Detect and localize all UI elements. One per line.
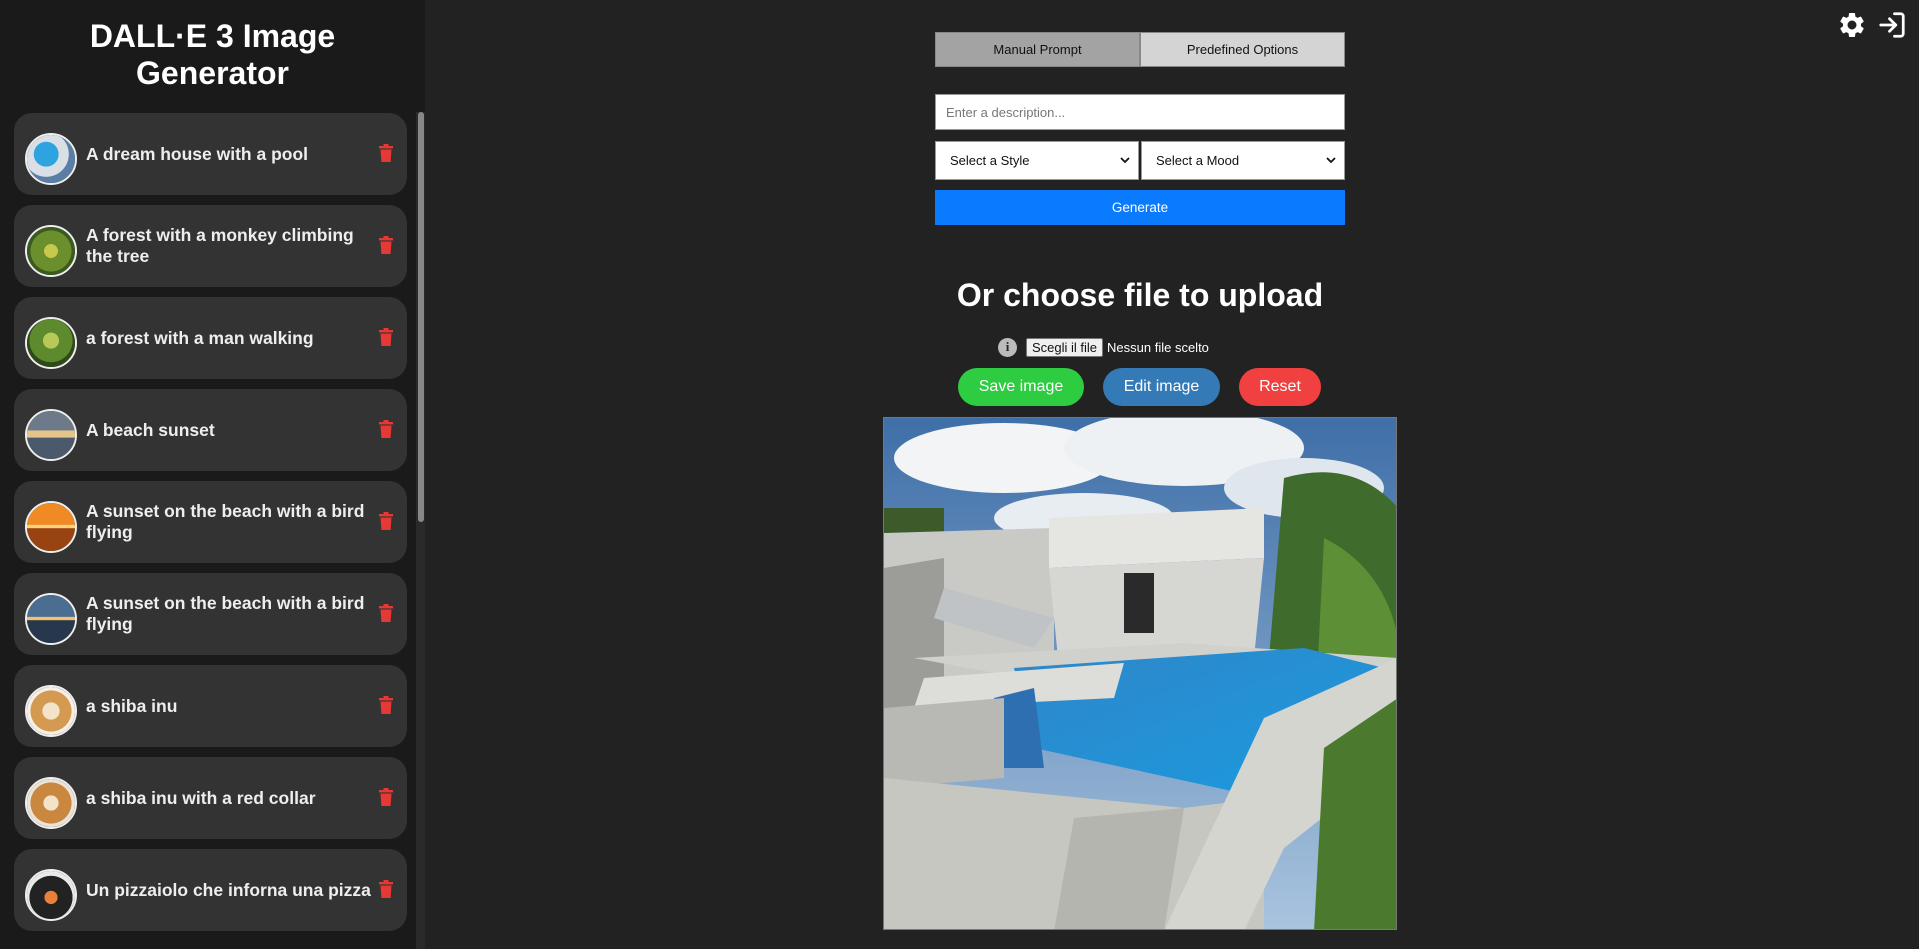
tab-manual-prompt[interactable]: Manual Prompt	[935, 32, 1140, 67]
reset-button[interactable]: Reset	[1239, 368, 1321, 406]
history-thumbnail	[25, 501, 77, 553]
style-mood-selects: Select a Style Select a Mood	[935, 141, 1345, 180]
history-item-label: A dream house with a pool	[86, 143, 309, 164]
choose-file-button[interactable]: Scegli il file	[1026, 337, 1104, 357]
gear-icon[interactable]	[1837, 10, 1867, 40]
trash-icon[interactable]	[379, 512, 393, 530]
history-item[interactable]: a forest with a man walking	[14, 297, 407, 379]
history-item-label: A sunset on the beach with a bird flying	[86, 501, 365, 542]
history-thumbnail	[25, 685, 77, 737]
upload-heading: Or choose file to upload	[956, 277, 1324, 313]
history-item-label: a forest with a man walking	[86, 327, 314, 348]
history-thumbnail	[25, 317, 77, 369]
style-select-value: Select a Style	[950, 153, 1030, 168]
pool-house-image	[884, 418, 1396, 929]
history-item[interactable]: a shiba inu with a red collar	[14, 757, 407, 839]
history-item-label: A beach sunset	[86, 419, 215, 440]
sign-in-icon[interactable]	[1877, 10, 1907, 40]
prompt-mode-tabs: Manual Prompt Predefined Options	[935, 32, 1345, 67]
sidebar: DALL·E 3 Image Generator A dream house w…	[0, 0, 425, 949]
history-item[interactable]: A forest with a monkey climbing the tree	[14, 205, 407, 287]
mood-select-value: Select a Mood	[1156, 153, 1240, 168]
history-item[interactable]: A beach sunset	[14, 389, 407, 471]
description-input[interactable]	[935, 94, 1345, 130]
app-title: DALL·E 3 Image Generator	[89, 18, 336, 91]
chevron-down-icon	[1120, 157, 1130, 164]
history-thumbnail	[25, 869, 77, 921]
trash-icon[interactable]	[379, 696, 393, 714]
history-item[interactable]: A sunset on the beach with a bird flying	[14, 573, 407, 655]
sidebar-scrollbar-thumb[interactable]	[418, 112, 424, 522]
trash-icon[interactable]	[379, 420, 393, 438]
history-item-label: Un pizzaiolo che inforna una pizza	[86, 879, 371, 900]
file-upload-row: i Scegli il file Nessun file scelto	[998, 336, 1209, 358]
history-item-label: a shiba inu with a red collar	[86, 787, 316, 808]
history-thumbnail	[25, 777, 77, 829]
history-thumbnail	[25, 133, 77, 185]
file-status: Nessun file scelto	[1107, 339, 1209, 355]
info-icon[interactable]: i	[998, 337, 1017, 357]
history-thumbnail	[25, 225, 77, 277]
trash-icon[interactable]	[379, 788, 393, 806]
trash-icon[interactable]	[379, 144, 393, 162]
mood-select[interactable]: Select a Mood	[1141, 141, 1345, 180]
style-select[interactable]: Select a Style	[935, 141, 1139, 180]
chevron-down-icon	[1326, 157, 1336, 164]
tab-predefined-options[interactable]: Predefined Options	[1140, 32, 1345, 67]
save-image-button[interactable]: Save image	[958, 368, 1084, 406]
history-list: A dream house with a pool A forest with a…	[14, 113, 407, 941]
trash-icon[interactable]	[379, 604, 393, 622]
history-item-label: A forest with a monkey climbing the tree	[86, 225, 354, 266]
history-item[interactable]: Un pizzaiolo che inforna una pizza	[14, 849, 407, 931]
history-thumbnail	[25, 409, 77, 461]
history-thumbnail	[25, 593, 77, 645]
trash-icon[interactable]	[379, 236, 393, 254]
history-item[interactable]: A dream house with a pool	[14, 113, 407, 195]
history-item[interactable]: A sunset on the beach with a bird flying	[14, 481, 407, 563]
generate-button[interactable]: Generate	[935, 190, 1345, 225]
history-item-label: A sunset on the beach with a bird flying	[86, 593, 365, 634]
generated-image-preview	[883, 417, 1397, 930]
history-item-label: a shiba inu	[86, 695, 178, 716]
edit-image-button[interactable]: Edit image	[1103, 368, 1220, 406]
top-icons	[1837, 10, 1907, 40]
history-item[interactable]: a shiba inu	[14, 665, 407, 747]
trash-icon[interactable]	[379, 880, 393, 898]
trash-icon[interactable]	[379, 328, 393, 346]
